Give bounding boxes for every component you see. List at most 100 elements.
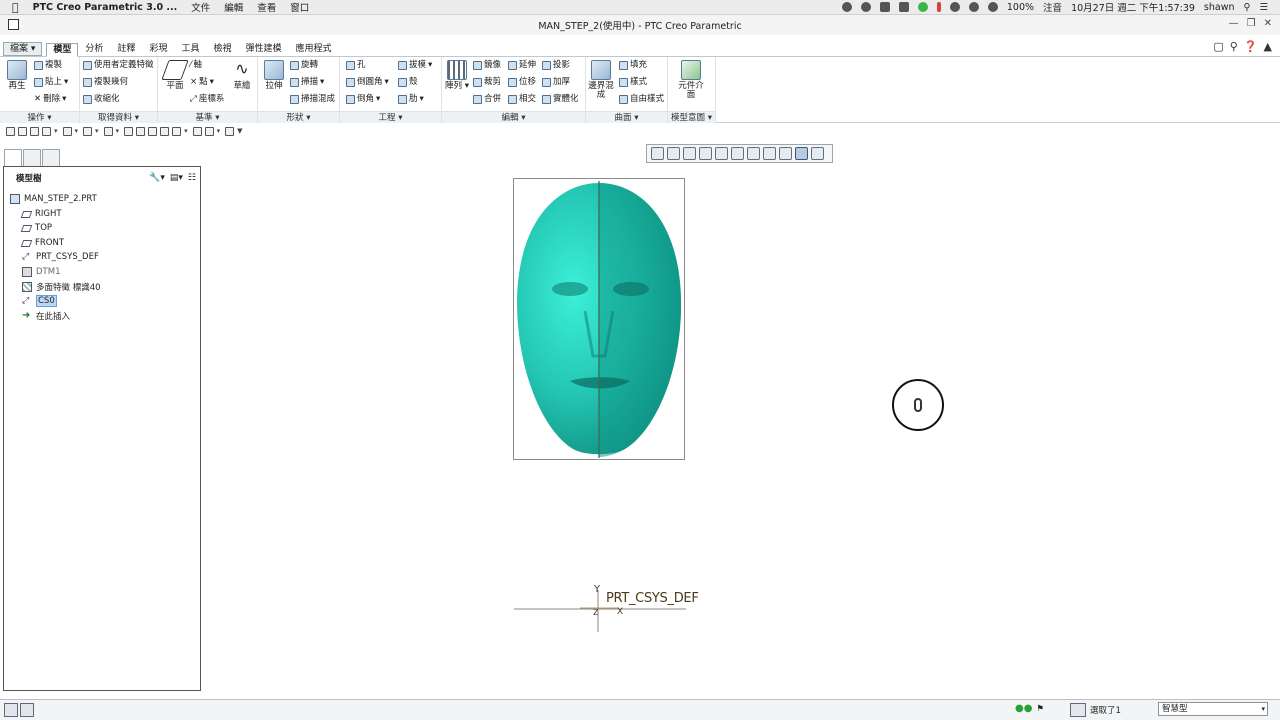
group-label-engineering[interactable]: 工程 ▾ bbox=[340, 111, 441, 123]
repaint-icon[interactable] bbox=[699, 147, 712, 160]
csys-button[interactable]: ⤢ 座標系 bbox=[190, 94, 224, 105]
tree-item-cs0[interactable]: ⤢ CS0 bbox=[22, 294, 57, 308]
freestyle-button[interactable]: 自由樣式 bbox=[619, 94, 664, 105]
delete-button[interactable]: ✕ 刪除 ▾ bbox=[34, 94, 66, 105]
filter-dropdown[interactable]: 智慧型 ▾ bbox=[1158, 702, 1268, 716]
refit-icon[interactable] bbox=[651, 147, 664, 160]
tab-file[interactable]: 檔案 ▾ bbox=[3, 42, 43, 56]
project-button[interactable]: 投影 bbox=[542, 60, 570, 71]
group-label-shapes[interactable]: 形狀 ▾ bbox=[258, 111, 339, 123]
tree-item-prt-csys-def[interactable]: ⤢ PRT_CSYS_DEF bbox=[22, 250, 99, 264]
sweep-button[interactable]: 掃描 ▾ bbox=[290, 77, 324, 88]
model-tree-tab-icon[interactable] bbox=[4, 149, 22, 167]
intersect-button[interactable]: 相交 bbox=[508, 94, 536, 105]
customize-qat-icon[interactable]: ▼ bbox=[237, 127, 242, 135]
minimize-icon[interactable]: — bbox=[1229, 18, 1239, 29]
tree-root[interactable]: MAN_STEP_2.PRT bbox=[10, 192, 97, 206]
window-icon[interactable]: ▢ bbox=[1213, 40, 1223, 53]
thicken-button[interactable]: 加厚 bbox=[542, 77, 570, 88]
datum-filter-icon[interactable] bbox=[779, 147, 792, 160]
parallels-icon[interactable] bbox=[936, 2, 941, 12]
rib-button[interactable]: 肋 ▾ bbox=[398, 94, 424, 105]
annotation-display-icon[interactable] bbox=[795, 147, 808, 160]
selection-count[interactable]: 選取了1 bbox=[1090, 704, 1121, 716]
save-icon[interactable] bbox=[30, 126, 39, 136]
tree-columns-icon[interactable]: ▤▾ bbox=[170, 173, 183, 183]
close-icon[interactable]: ✕ bbox=[1264, 18, 1272, 29]
spin-center-icon[interactable] bbox=[811, 147, 824, 160]
hole-button[interactable]: 孔 bbox=[346, 60, 366, 71]
render-dropdown-icon[interactable]: ▾ bbox=[184, 127, 188, 135]
tree-item-facet-feature[interactable]: 多面特徵 標識40 bbox=[22, 280, 101, 294]
extend-button[interactable]: 延伸 bbox=[508, 60, 536, 71]
bluetooth-icon[interactable] bbox=[949, 2, 960, 12]
sketch-button[interactable]: ∿ 草繪 bbox=[229, 60, 255, 91]
draft-button[interactable]: 拔模 ▾ bbox=[398, 60, 432, 71]
tree-item-dtm1[interactable]: DTM1 bbox=[22, 265, 60, 279]
tab-view[interactable]: 檢視 bbox=[206, 42, 238, 56]
folder-browser-tab-icon[interactable] bbox=[23, 149, 41, 167]
spotlight-icon[interactable]: ⚲ bbox=[1244, 2, 1251, 13]
section-icon[interactable] bbox=[192, 126, 202, 136]
group-label-editing[interactable]: 編輯 ▾ bbox=[442, 111, 585, 123]
tab-flexible-modeling[interactable]: 彈性建模 bbox=[239, 42, 289, 56]
mirror-button[interactable]: 鏡像 bbox=[473, 60, 501, 71]
zoom-out-icon[interactable] bbox=[683, 147, 696, 160]
chrome-icon[interactable] bbox=[860, 2, 871, 12]
tree-item-front[interactable]: FRONT bbox=[20, 236, 64, 250]
appearance-icon[interactable] bbox=[136, 126, 146, 136]
zoom-in-icon[interactable] bbox=[667, 147, 680, 160]
new-icon[interactable] bbox=[6, 126, 15, 136]
round-button[interactable]: 倒圓角 ▾ bbox=[346, 77, 389, 88]
minimize-ribbon-icon[interactable]: ▲ bbox=[1264, 40, 1272, 53]
solidify-button[interactable]: 實體化 bbox=[542, 94, 579, 105]
perspective-icon[interactable] bbox=[763, 147, 776, 160]
saved-orientations-icon[interactable] bbox=[731, 147, 744, 160]
show-browser-icon[interactable] bbox=[20, 703, 34, 717]
tab-annotate[interactable]: 註釋 bbox=[110, 42, 142, 56]
tree-item-right[interactable]: RIGHT bbox=[20, 207, 62, 221]
swept-blend-button[interactable]: 掃描混成 bbox=[290, 94, 335, 105]
redo-dropdown-icon[interactable]: ▾ bbox=[75, 127, 79, 135]
volume-icon[interactable] bbox=[987, 2, 998, 12]
flag-icon[interactable]: ⚑ bbox=[1036, 704, 1044, 714]
apple-menu-icon[interactable]:  bbox=[12, 1, 19, 14]
copy-button[interactable]: 複製 bbox=[34, 60, 62, 71]
shell-button[interactable]: 殼 bbox=[398, 77, 418, 88]
extrude-button[interactable]: 拉伸 bbox=[261, 60, 287, 91]
fill-button[interactable]: 填充 bbox=[619, 60, 647, 71]
group-label-operations[interactable]: 操作 ▾ bbox=[0, 111, 79, 123]
udf-button[interactable]: 使用者定義特徵 bbox=[83, 60, 154, 71]
tree-filter-icon[interactable]: ☷ bbox=[188, 173, 196, 183]
undo-dropdown-icon[interactable]: ▾ bbox=[54, 127, 58, 135]
tree-item-top[interactable]: TOP bbox=[20, 221, 52, 235]
component-interface-button[interactable]: 元件介面 bbox=[678, 60, 704, 100]
plane-dropdown-icon[interactable]: ▾ bbox=[116, 127, 120, 135]
dropbox-icon[interactable] bbox=[898, 2, 909, 12]
find-icon[interactable]: ⚲ bbox=[1230, 40, 1238, 53]
tab-tools[interactable]: 工具 bbox=[174, 42, 206, 56]
merge-button[interactable]: 合併 bbox=[473, 94, 501, 105]
menu-edit[interactable]: 編輯 bbox=[224, 0, 243, 14]
plane-button[interactable]: 平面 bbox=[161, 60, 189, 91]
chamfer-button[interactable]: 倒角 ▾ bbox=[346, 94, 380, 105]
tab-render[interactable]: 彩現 bbox=[142, 42, 174, 56]
group-label-get-data[interactable]: 取得資料 ▾ bbox=[80, 111, 157, 123]
axis-button[interactable]: ⁄ 軸 bbox=[190, 60, 202, 71]
show-navigator-icon[interactable] bbox=[4, 703, 18, 717]
regenerate-quick-icon[interactable] bbox=[160, 126, 170, 136]
app-menu[interactable]: PTC Creo Parametric 3.0 ... bbox=[33, 2, 178, 13]
wifi-icon[interactable] bbox=[968, 2, 979, 12]
sketch-quick-icon[interactable] bbox=[83, 126, 93, 136]
record-icon[interactable] bbox=[841, 2, 852, 12]
revolve-button[interactable]: 旋轉 bbox=[290, 60, 318, 71]
boundary-blend-button[interactable]: 邊界混成 bbox=[588, 60, 614, 100]
undo-icon[interactable] bbox=[42, 126, 51, 136]
regenerate-button[interactable]: 再生 bbox=[4, 60, 30, 91]
input-method[interactable]: 注音 bbox=[1043, 0, 1062, 14]
style-button[interactable]: 樣式 bbox=[619, 77, 647, 88]
csys-label[interactable]: PRT_CSYS_DEF bbox=[606, 591, 699, 606]
layer-icon[interactable] bbox=[148, 126, 158, 136]
tab-model[interactable]: 模型 bbox=[46, 43, 79, 57]
tab-analysis[interactable]: 分析 bbox=[78, 42, 110, 56]
